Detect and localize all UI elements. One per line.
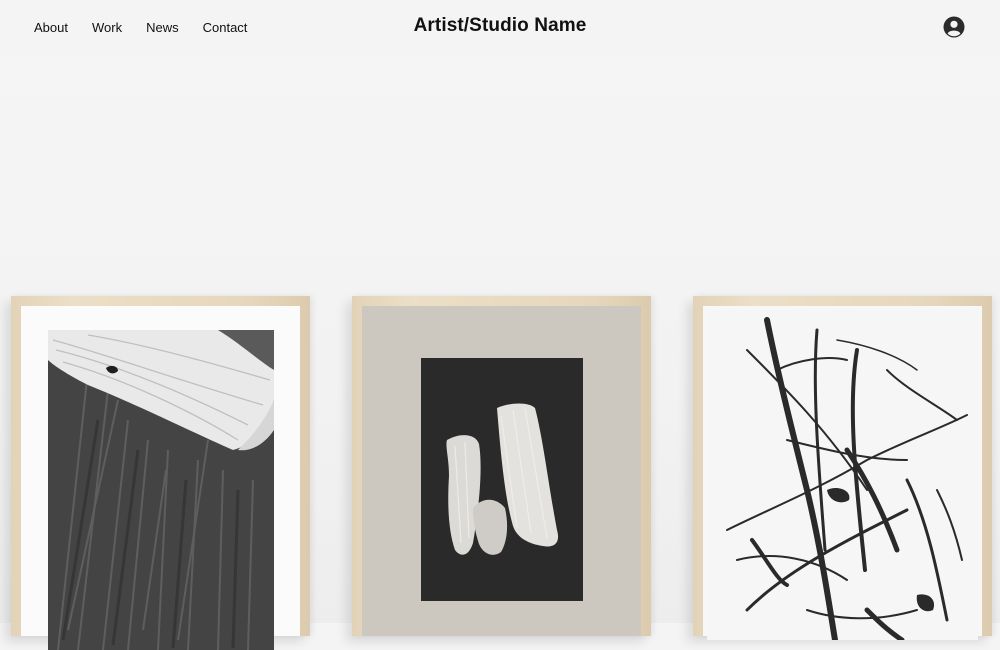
artwork-2 <box>421 358 583 601</box>
artwork-mat-3 <box>703 306 982 640</box>
site-title[interactable]: Artist/Studio Name <box>0 15 1000 37</box>
artwork-frame-2[interactable] <box>352 296 651 636</box>
artwork-frame-3[interactable] <box>693 296 992 640</box>
artwork-3 <box>707 310 978 640</box>
artwork-1 <box>48 330 274 650</box>
artwork-mat-2 <box>362 306 641 636</box>
artwork-mat-1 <box>21 306 300 650</box>
user-avatar-icon[interactable] <box>943 16 965 38</box>
site-header: About Work News Contact Artist/Studio Na… <box>0 0 1000 56</box>
artwork-frame-1[interactable] <box>11 296 310 650</box>
